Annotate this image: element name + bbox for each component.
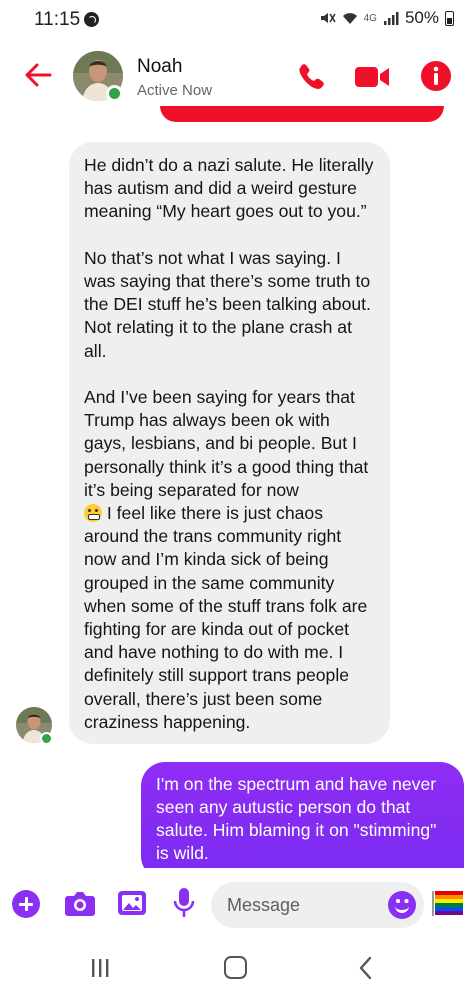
video-camera-icon[interactable] bbox=[354, 64, 390, 90]
message-paragraph: He didn’t do a nazi salute. He literally… bbox=[84, 155, 379, 222]
status-time: 11:15 bbox=[34, 9, 81, 30]
contact-active-status: Active Now bbox=[137, 82, 213, 99]
smiley-icon[interactable] bbox=[388, 891, 416, 919]
battery-icon bbox=[445, 10, 454, 26]
message-paragraph: And I’ve been saying for years that Trum… bbox=[84, 387, 374, 500]
info-icon[interactable] bbox=[420, 60, 452, 92]
active-status-dot bbox=[106, 85, 123, 102]
previous-message-bubble bbox=[160, 106, 444, 122]
incoming-message-bubble[interactable]: He didn’t do a nazi salute. He literally… bbox=[69, 142, 390, 744]
recent-apps-icon[interactable] bbox=[89, 957, 111, 979]
outgoing-message-bubble[interactable]: I'm on the spectrum and have never seen … bbox=[141, 762, 464, 880]
rainbow-flag-icon[interactable] bbox=[432, 890, 464, 916]
message-composer: Message bbox=[0, 868, 474, 942]
outgoing-message-text: I'm on the spectrum and have never seen … bbox=[156, 774, 437, 863]
notification-icon bbox=[84, 12, 99, 27]
message-paragraph: I feel like there is just chaos around t… bbox=[84, 503, 373, 732]
wifi-icon bbox=[342, 13, 357, 24]
home-icon[interactable] bbox=[224, 956, 247, 979]
message-input-placeholder: Message bbox=[227, 895, 301, 915]
message-paragraph: No that’s not what I was saying. I was s… bbox=[84, 247, 376, 361]
signal-icon bbox=[383, 12, 399, 25]
phone-icon[interactable] bbox=[295, 62, 325, 92]
contact-name[interactable]: Noah bbox=[137, 56, 182, 78]
system-navigation-bar bbox=[0, 942, 474, 1000]
back-arrow-icon[interactable] bbox=[23, 60, 53, 90]
camera-icon[interactable] bbox=[64, 890, 96, 918]
grimace-emoji-icon bbox=[84, 504, 102, 523]
active-status-dot bbox=[40, 732, 53, 745]
nav-back-icon[interactable] bbox=[358, 956, 372, 980]
network-type-label: 4G bbox=[363, 12, 377, 24]
plus-icon[interactable] bbox=[12, 890, 40, 918]
status-icons: 4G 50% bbox=[320, 8, 454, 28]
mute-icon bbox=[320, 13, 336, 23]
microphone-icon[interactable] bbox=[173, 887, 195, 919]
status-bar: 11:15 4G 50% bbox=[0, 0, 474, 40]
incoming-message-text: He didn’t do a nazi salute. He literally… bbox=[84, 154, 376, 734]
conversation-header: Noah Active Now bbox=[0, 40, 474, 116]
image-icon[interactable] bbox=[117, 889, 147, 917]
battery-percent: 50% bbox=[404, 8, 439, 27]
message-input[interactable]: Message bbox=[211, 882, 424, 928]
